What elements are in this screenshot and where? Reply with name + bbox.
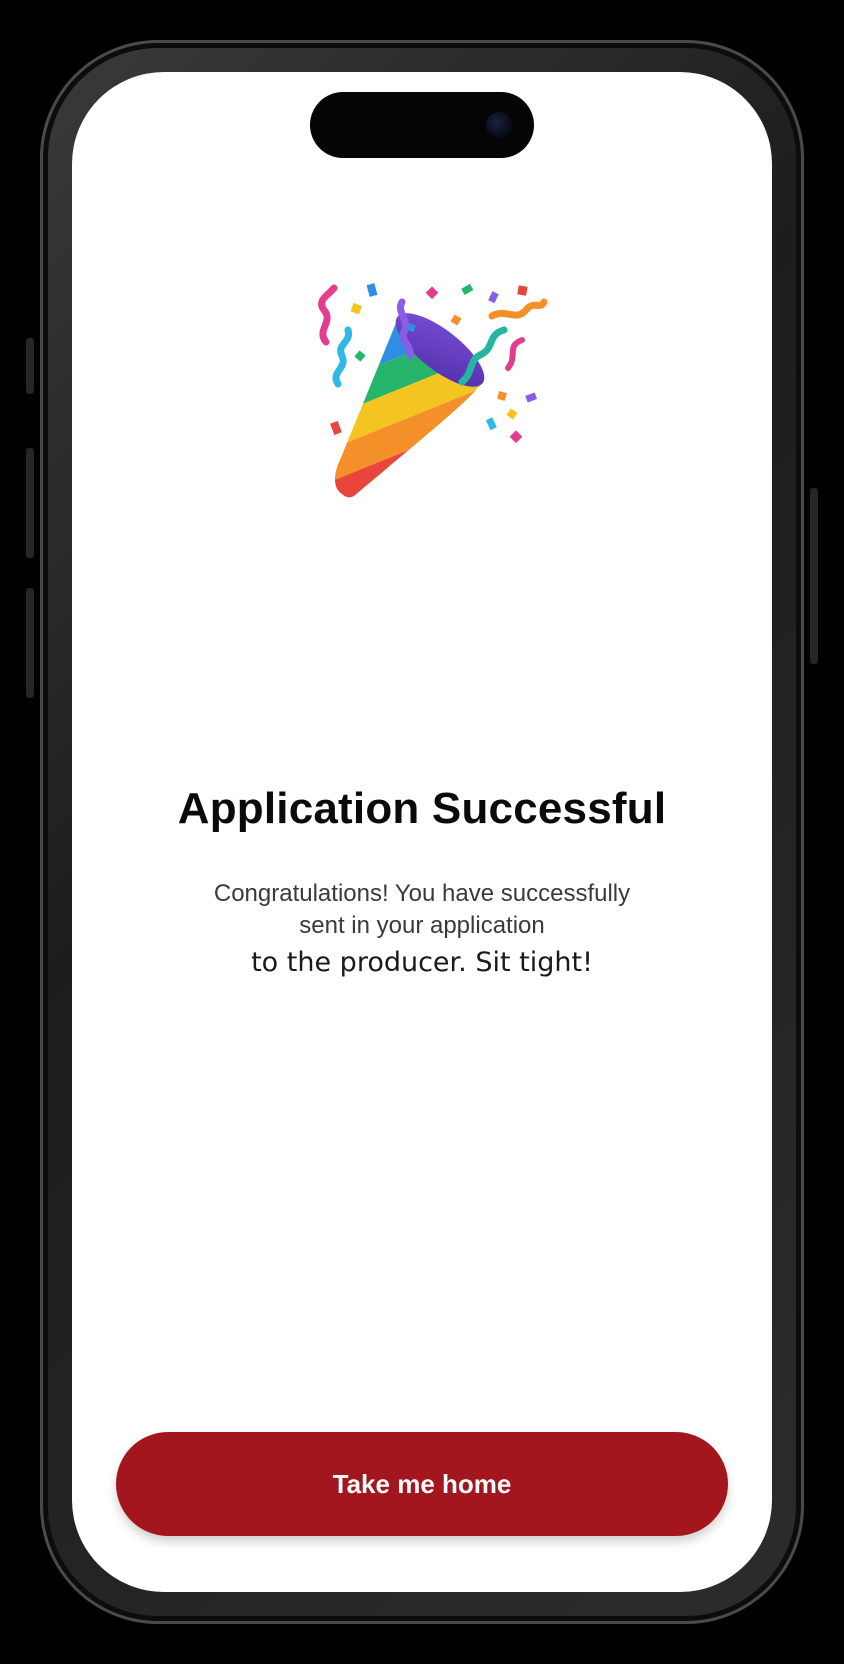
- front-camera: [486, 112, 512, 138]
- power-button: [810, 488, 818, 664]
- volume-down-button: [26, 588, 34, 698]
- volume-up-button: [26, 448, 34, 558]
- page-title: Application Successful: [177, 784, 667, 833]
- action-button: [26, 338, 34, 394]
- confirmation-message: Congratulations! You have successfully s…: [213, 880, 631, 939]
- device-mockup: Application Successful Congratulations! …: [0, 0, 844, 1664]
- confirmation-message-continued: to the producer. Sit tight!: [251, 947, 593, 978]
- party-popper-icon: [318, 283, 548, 498]
- app-screen: Application Successful Congratulations! …: [72, 72, 772, 1592]
- take-me-home-button[interactable]: Take me home: [116, 1432, 728, 1536]
- dynamic-island: [310, 92, 534, 158]
